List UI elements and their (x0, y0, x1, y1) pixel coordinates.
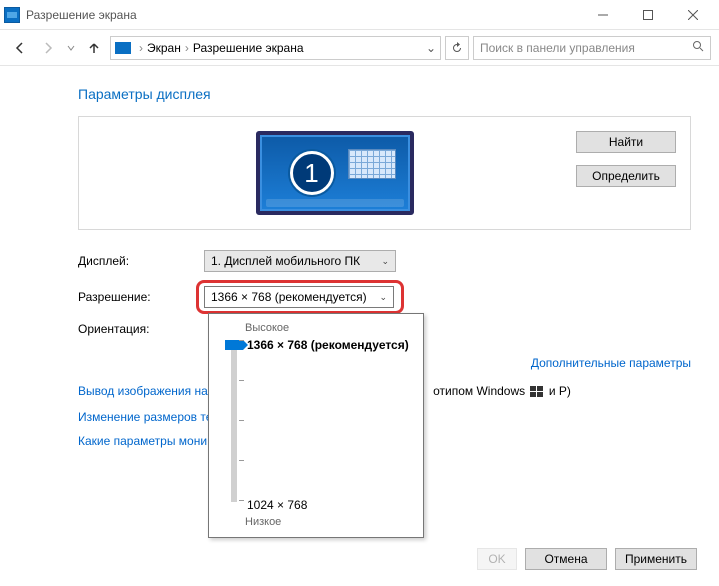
monitor-preview[interactable]: 1 (256, 131, 414, 215)
chevron-down-icon: ⌄ (381, 256, 389, 267)
resolution-label: Разрешение: (78, 290, 204, 304)
project-suffix-a: отипом Windows (433, 384, 525, 398)
monitor-number-badge: 1 (290, 151, 334, 195)
windows-logo-icon (530, 386, 543, 397)
forward-button[interactable] (36, 36, 60, 60)
popup-high-label: Высокое (245, 322, 411, 334)
back-button[interactable] (8, 36, 32, 60)
resolution-slider[interactable] (231, 340, 237, 502)
project-suffix-b: и P) (549, 384, 571, 398)
up-button[interactable] (82, 36, 106, 60)
monitor-taskbar-icon (266, 199, 404, 207)
search-input[interactable]: Поиск в панели управления (473, 36, 711, 60)
window-titlebar: Разрешение экрана (0, 0, 719, 30)
search-icon[interactable] (692, 40, 704, 55)
refresh-button[interactable] (445, 36, 469, 60)
monitor-preview-panel: 1 Найти Определить (78, 116, 691, 230)
chevron-down-icon: ⌄ (379, 292, 387, 303)
apply-button[interactable]: Применить (615, 548, 697, 570)
resolution-popup: Высокое 1366 × 768 (рекомендуется) 1024 … (208, 313, 424, 538)
page-title: Параметры дисплея (78, 86, 691, 102)
breadcrumb-part[interactable]: Экран (147, 41, 181, 55)
chevron-right-icon: › (185, 41, 189, 55)
app-icon (4, 7, 20, 23)
find-button[interactable]: Найти (576, 131, 676, 153)
maximize-button[interactable] (625, 1, 670, 29)
ok-button[interactable]: OK (477, 548, 517, 570)
resolution-option-recommended[interactable]: 1366 × 768 (рекомендуется) (247, 336, 409, 354)
popup-low-label: Низкое (245, 516, 411, 528)
resolution-option-low[interactable]: 1024 × 768 (247, 496, 409, 514)
search-placeholder: Поиск в панели управления (480, 41, 635, 55)
resolution-value: 1366 × 768 (рекомендуется) (211, 290, 367, 304)
chevron-down-icon[interactable]: ⌄ (426, 41, 436, 55)
resolution-row: Разрешение: 1366 × 768 (рекомендуется) ⌄ (78, 286, 691, 308)
cancel-button[interactable]: Отмена (525, 548, 607, 570)
display-icon (115, 42, 131, 54)
recent-dropdown[interactable] (64, 36, 78, 60)
monitor-grid-icon (348, 149, 396, 179)
resolution-dropdown[interactable]: 1366 × 768 (рекомендуется) ⌄ (204, 286, 394, 308)
close-button[interactable] (670, 1, 715, 29)
minimize-button[interactable] (580, 1, 625, 29)
display-value: 1. Дисплей мобильного ПК (211, 254, 360, 268)
window-title: Разрешение экрана (26, 8, 580, 22)
display-label: Дисплей: (78, 254, 204, 268)
chevron-right-icon: › (139, 41, 143, 55)
slider-thumb[interactable] (225, 340, 243, 350)
dialog-buttons: OK Отмена Применить (477, 548, 697, 570)
display-row: Дисплей: 1. Дисплей мобильного ПК ⌄ (78, 250, 691, 272)
breadcrumb-part[interactable]: Разрешение экрана (193, 41, 304, 55)
breadcrumb[interactable]: › Экран › Разрешение экрана ⌄ (110, 36, 441, 60)
display-dropdown[interactable]: 1. Дисплей мобильного ПК ⌄ (204, 250, 396, 272)
advanced-settings-link[interactable]: Дополнительные параметры (531, 356, 691, 370)
nav-bar: › Экран › Разрешение экрана ⌄ Поиск в па… (0, 30, 719, 66)
orientation-label: Ориентация: (78, 322, 204, 336)
detect-button[interactable]: Определить (576, 165, 676, 187)
project-link[interactable]: Вывод изображения на (78, 384, 208, 398)
